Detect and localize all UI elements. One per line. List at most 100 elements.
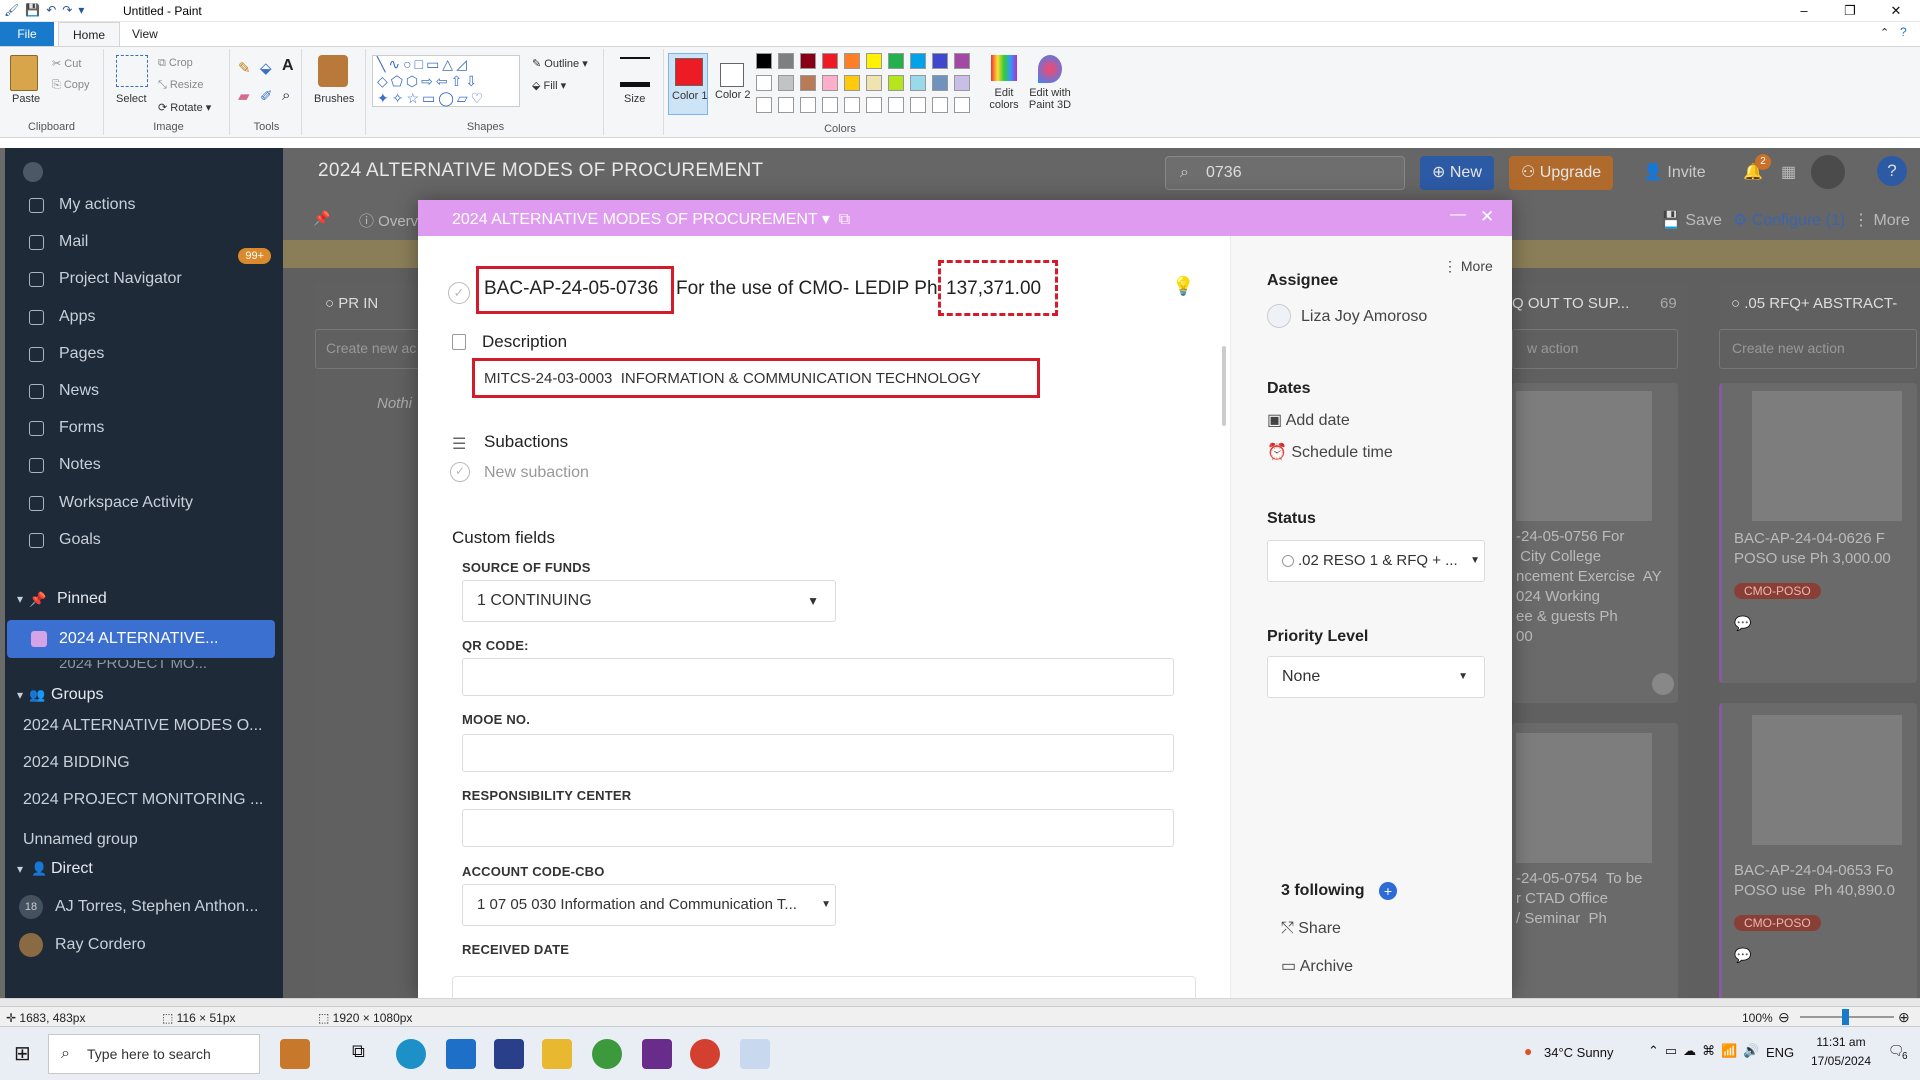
sidebar-item-my-actions[interactable]: My actions <box>5 188 283 222</box>
redo-icon[interactable]: ↷ <box>62 3 72 17</box>
palette-color-swatch[interactable] <box>866 53 882 69</box>
account-code-select[interactable]: 1 07 05 030 Information and Communicatio… <box>462 884 836 926</box>
paste-icon[interactable] <box>10 55 38 91</box>
avatar[interactable] <box>1811 155 1845 189</box>
close-modal-icon[interactable]: ✕ <box>1480 207 1494 227</box>
palette-color-swatch[interactable] <box>822 75 838 91</box>
sidebar-item-project-navigator[interactable]: Project Navigator <box>5 262 283 296</box>
more-options-button[interactable]: ⋮ More <box>1443 258 1493 275</box>
file-explorer-icon[interactable] <box>542 1039 572 1069</box>
sidebar-item-workspace-activity[interactable]: Workspace Activity <box>5 486 283 520</box>
tab-home[interactable]: Home <box>58 22 121 46</box>
palette-color-swatch[interactable] <box>778 53 794 69</box>
action-card[interactable]: -24-05-0754 To be r CTAD Office / Semina… <box>1512 723 1678 1023</box>
new-button[interactable]: ⊕ New <box>1420 156 1494 190</box>
select-button[interactable]: Select <box>116 93 147 105</box>
app-icon[interactable] <box>494 1039 524 1069</box>
palette-color-swatch[interactable] <box>954 97 970 113</box>
clock-date[interactable]: 17/05/2024 <box>1804 1054 1878 1068</box>
paint-icon[interactable] <box>740 1039 770 1069</box>
fill-bucket-icon[interactable]: ⬙ <box>260 59 272 77</box>
palette-color-swatch[interactable] <box>756 97 772 113</box>
action-card[interactable]: BAC-AP-24-04-0653 Fo POSO use Ph 40,890.… <box>1719 703 1917 1003</box>
brushes-icon[interactable] <box>318 55 348 87</box>
palette-color-swatch[interactable] <box>800 53 816 69</box>
paste-button[interactable]: Paste <box>12 93 40 105</box>
color1-button[interactable]: Color 1 <box>668 53 708 115</box>
add-follower-icon[interactable]: + <box>1379 882 1397 900</box>
paint3d-button[interactable]: Edit with Paint 3D <box>1022 51 1078 131</box>
group-item[interactable]: 2024 PROJECT MONITORING ... <box>5 783 283 817</box>
search-input[interactable]: ⌕ 0736 <box>1165 156 1405 190</box>
tab-overview[interactable]: ⓘ Overv <box>359 210 418 231</box>
column-title[interactable]: ○ .05 RFQ+ ABSTRACT- <box>1731 295 1897 312</box>
workspace-logo[interactable] <box>23 162 43 182</box>
tab-file[interactable]: File <box>0 22 54 46</box>
share-button[interactable]: ⤲ Share <box>1281 920 1341 938</box>
pencil-icon[interactable]: ✎ <box>238 59 251 77</box>
more-button[interactable]: ⋮ More <box>1853 210 1910 230</box>
mooe-no-field[interactable] <box>462 734 1174 772</box>
group-item[interactable]: 2024 BIDDING <box>5 746 283 780</box>
resize-button[interactable]: ⤡ Resize <box>158 79 203 92</box>
shapes-gallery[interactable]: ╲∿○□▭△◿ ◇⬠⬡⇨⇦⇧⇩ ✦✧☆▭◯▱♡ <box>372 55 520 107</box>
zoom-in-icon[interactable]: ⊕ <box>1898 1009 1910 1026</box>
weather-text[interactable]: 34°C Sunny <box>1544 1045 1614 1060</box>
taskbar-search-input[interactable]: ⌕ Type here to search <box>48 1034 260 1074</box>
pin-icon[interactable]: 📌 <box>313 210 330 227</box>
crop-button[interactable]: ⧉ Crop <box>158 57 193 70</box>
color2-button[interactable]: Color 2 <box>712 53 752 115</box>
palette-color-swatch[interactable] <box>932 75 948 91</box>
complete-checkbox-icon[interactable]: ✓ <box>448 282 470 304</box>
size-icon[interactable] <box>620 57 650 87</box>
palette-color-swatch[interactable] <box>954 75 970 91</box>
zoom-slider-handle[interactable] <box>1842 1009 1849 1025</box>
customize-qat-icon[interactable]: ▾ <box>78 3 84 17</box>
horizontal-scrollbar[interactable] <box>0 999 1920 1007</box>
archive-button[interactable]: ▭ Archive <box>1281 956 1353 976</box>
create-action-input[interactable]: Create new action <box>1719 329 1917 369</box>
palette-color-swatch[interactable] <box>888 53 904 69</box>
brushes-button[interactable]: Brushes <box>314 93 354 105</box>
palette-color-swatch[interactable] <box>844 75 860 91</box>
edge-icon[interactable] <box>396 1039 426 1069</box>
direct-item[interactable]: 18 AJ Torres, Stephen Anthon... <box>5 890 283 924</box>
copy-button[interactable]: ⎘ Copy <box>52 79 90 92</box>
action-card[interactable]: BAC-AP-24-04-0626 F POSO use Ph 3,000.00… <box>1719 383 1917 683</box>
magnifier-icon[interactable]: ⌕ <box>282 87 290 104</box>
color-picker-icon[interactable]: ✐ <box>260 87 273 105</box>
direct-item[interactable]: Ray Cordero <box>5 928 283 962</box>
palette-color-swatch[interactable] <box>910 53 926 69</box>
chrome-icon[interactable] <box>592 1039 622 1069</box>
calendar-icon[interactable]: ▦ <box>1781 162 1796 182</box>
palette-color-swatch[interactable] <box>822 53 838 69</box>
rotate-button[interactable]: ⟳ Rotate ▾ <box>158 101 211 114</box>
new-subaction-input[interactable]: New subaction <box>484 464 589 482</box>
sidebar-item-news[interactable]: News <box>5 374 283 408</box>
action-card[interactable]: -24-05-0756 For City College ncement Exe… <box>1512 383 1678 703</box>
collapse-ribbon-icon[interactable]: ⌃ <box>1880 26 1889 39</box>
sidebar-item-pinned-alternative[interactable]: 2024 ALTERNATIVE... <box>7 620 275 658</box>
palette-color-swatch[interactable] <box>932 53 948 69</box>
palette-color-swatch[interactable] <box>756 75 772 91</box>
column-title[interactable]: ○ PR IN <box>325 295 378 312</box>
following-count[interactable]: 3 following <box>1281 882 1365 900</box>
size-button[interactable]: Size <box>624 93 645 105</box>
group-item[interactable]: 2024 ALTERNATIVE MODES O... <box>5 709 283 743</box>
select-icon[interactable] <box>116 55 148 87</box>
palette-color-swatch[interactable] <box>844 53 860 69</box>
received-date-field[interactable] <box>452 976 1196 998</box>
palette-color-swatch[interactable] <box>822 97 838 113</box>
group-item[interactable]: Unnamed group <box>5 823 283 857</box>
responsibility-center-field[interactable] <box>462 809 1174 847</box>
schedule-time-button[interactable]: ⏰ Schedule time <box>1267 442 1393 462</box>
status-select[interactable]: .02 RESO 1 & RFQ + ... ▼ <box>1267 540 1485 582</box>
help-icon[interactable]: ? <box>1877 156 1907 186</box>
minimize-modal-icon[interactable]: — <box>1450 206 1466 224</box>
palette-color-swatch[interactable] <box>866 75 882 91</box>
eraser-icon[interactable]: ▰ <box>238 87 250 105</box>
palette-color-swatch[interactable] <box>778 75 794 91</box>
mail-icon[interactable] <box>446 1039 476 1069</box>
chrome-icon[interactable] <box>690 1039 720 1069</box>
source-of-funds-select[interactable]: 1 CONTINUING ▼ <box>462 580 836 622</box>
